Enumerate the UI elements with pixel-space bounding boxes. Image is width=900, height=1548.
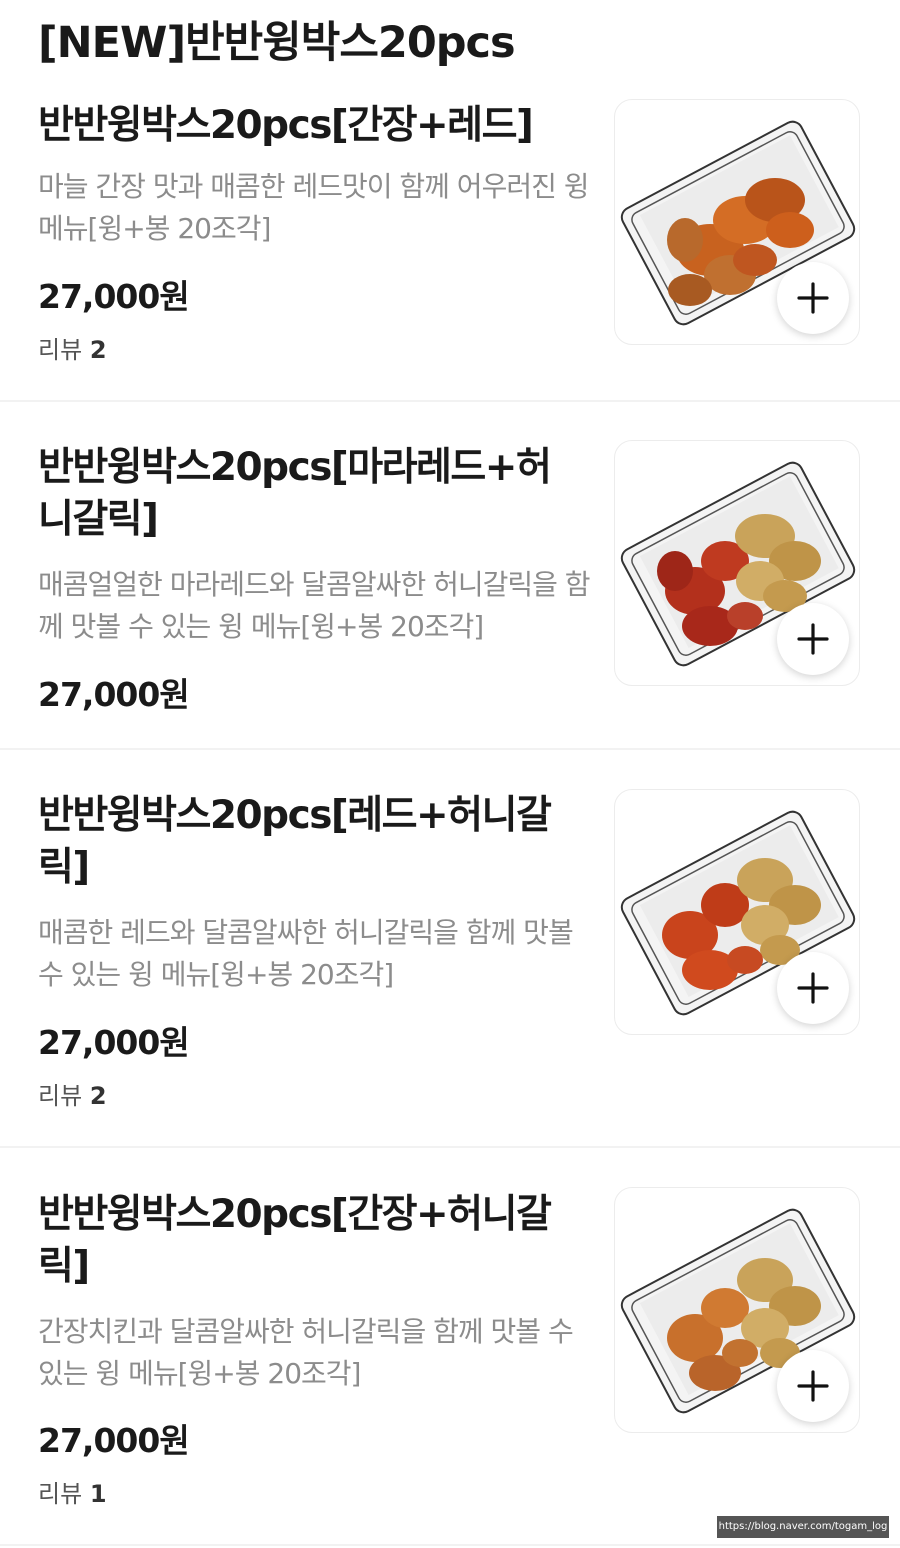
- menu-item-price: 27,000원: [38, 277, 190, 316]
- divider: [0, 1146, 900, 1148]
- review-label: 리뷰: [38, 336, 83, 364]
- add-to-cart-button[interactable]: [777, 952, 849, 1024]
- review-count[interactable]: 리뷰 1: [38, 1474, 107, 1509]
- menu-item-image[interactable]: [614, 99, 860, 345]
- menu-item-name[interactable]: 반반윙박스20pcs[간장+허니갈릭]: [38, 1189, 578, 1293]
- menu-item-name[interactable]: 반반윙박스20pcs[레드+허니갈릭]: [38, 790, 578, 894]
- menu-item-description: 간장치킨과 달콤알싸한 허니갈릭을 함께 맛볼 수 있는 윙 메뉴[윙+봉 20…: [38, 1315, 574, 1390]
- review-label: 리뷰: [38, 1082, 83, 1110]
- add-to-cart-button[interactable]: [777, 262, 849, 334]
- menu-item-image[interactable]: [614, 1187, 860, 1433]
- menu-item-price: 27,000원: [38, 1421, 190, 1460]
- add-to-cart-button[interactable]: [777, 603, 849, 675]
- divider: [0, 1544, 900, 1546]
- plus-icon: [797, 972, 829, 1004]
- review-number: 1: [89, 1480, 107, 1508]
- add-to-cart-button[interactable]: [777, 1350, 849, 1422]
- review-count[interactable]: 리뷰 2: [38, 330, 107, 365]
- divider: [0, 400, 900, 402]
- menu-item-name[interactable]: 반반윙박스20pcs[간장+레드]: [38, 100, 578, 152]
- plus-icon: [797, 1370, 829, 1402]
- plus-icon: [797, 623, 829, 655]
- watermark: https://blog.naver.com/togam_log: [717, 1516, 889, 1538]
- review-count[interactable]: 리뷰 2: [38, 1076, 107, 1111]
- menu-item-name[interactable]: 반반윙박스20pcs[마라레드+허니갈릭]: [38, 442, 578, 546]
- section-title: [NEW]반반윙박스20pcs: [38, 18, 516, 68]
- plus-icon: [797, 282, 829, 314]
- review-number: 2: [89, 1082, 107, 1110]
- divider: [0, 748, 900, 750]
- menu-item-description: 마늘 간장 맛과 매콤한 레드맛이 함께 어우러진 윙 메뉴[윙+봉 20조각]: [38, 170, 590, 245]
- menu-item-image[interactable]: [614, 440, 860, 686]
- menu-item-price: 27,000원: [38, 1023, 190, 1062]
- menu-item-description: 매콤얼얼한 마라레드와 달콤알싸한 허니갈릭을 함께 맛볼 수 있는 윙 메뉴[…: [38, 568, 591, 643]
- menu-item-image[interactable]: [614, 789, 860, 1035]
- menu-item-description: 매콤한 레드와 달콤알싸한 허니갈릭을 함께 맛볼 수 있는 윙 메뉴[윙+봉 …: [38, 916, 574, 991]
- review-label: 리뷰: [38, 1480, 83, 1508]
- menu-item-price: 27,000원: [38, 675, 190, 714]
- review-number: 2: [89, 336, 107, 364]
